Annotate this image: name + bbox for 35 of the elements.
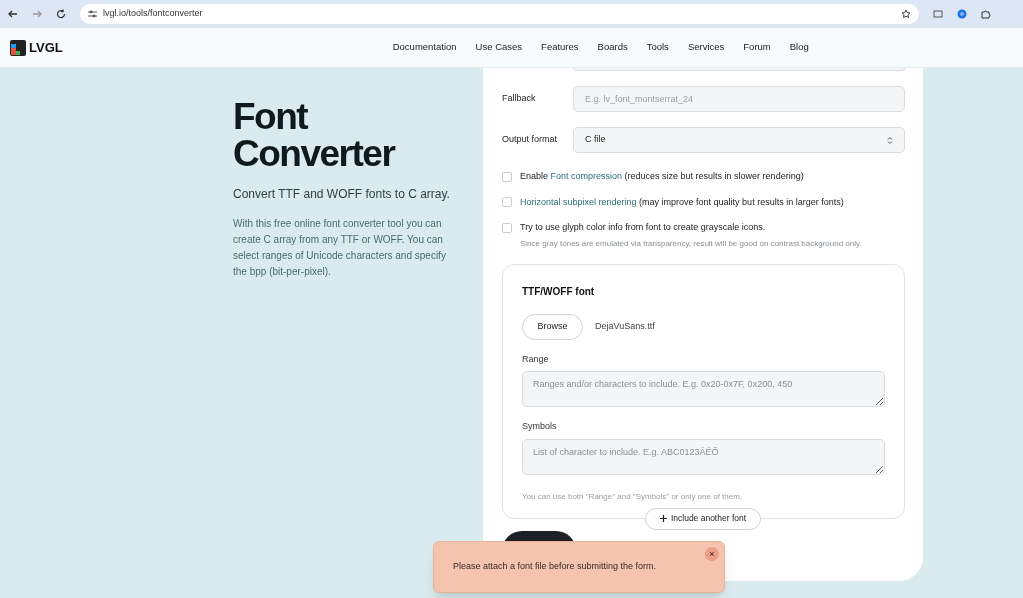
- output-format-select[interactable]: C file: [573, 127, 905, 153]
- option-label: Try to use glyph color info from font to create grayscale icons.: [520, 221, 766, 234]
- close-button[interactable]: ×: [705, 547, 719, 561]
- include-font-button[interactable]: Include another font: [645, 507, 761, 530]
- file-name: DejaVuSans.ttf: [595, 319, 655, 333]
- url-text: lvgl.io/tools/fontconverter: [103, 7, 204, 21]
- page-description: With this free online font converter tool you can create C array from any TTF or WOFF. You can select ranges of Unicode characters and specify the bpp (bit-per-pixel).: [233, 217, 447, 279]
- option-link[interactable]: Horizontal subpixel rendering: [520, 196, 637, 207]
- nav-link[interactable]: Blog: [789, 40, 809, 55]
- field-label: Symbols: [522, 420, 558, 433]
- browse-button[interactable]: Browse: [522, 313, 583, 340]
- toast-message: Please attach a font file before submitting the form.: [453, 560, 657, 574]
- nav-link[interactable]: Features: [541, 40, 579, 55]
- text-area[interactable]: Ranges and/or characters to include. E.g. 0x20-0x7F, 0x200, 450: [522, 371, 885, 407]
- address-bar[interactable]: lvgl.io/tools/fontconverter: [80, 4, 919, 24]
- text-area[interactable]: List of character to include. E.g. ABC0123ÁÉŐ: [522, 438, 885, 475]
- option-label: Enable Font compression (reduces size but results in slower rendering): [520, 170, 804, 183]
- page-subtitle: Convert TTF and WOFF fonts to C array.: [233, 186, 451, 203]
- field-label: Range: [522, 352, 550, 366]
- nav-link[interactable]: Boards: [597, 40, 628, 55]
- nav-link[interactable]: Forum: [743, 40, 771, 55]
- option-link[interactable]: Font compression: [550, 171, 623, 181]
- field-label: Fallback: [502, 92, 537, 106]
- option-label: Horizontal subpixel rendering (may improve font quality but results in larger fonts): [520, 195, 844, 209]
- logo-text[interactable]: LVGL: [29, 37, 63, 58]
- nav-link[interactable]: Services: [687, 40, 725, 55]
- nav-link[interactable]: Documentation: [392, 40, 457, 55]
- input-field[interactable]: E.g. lv_font_montserrat_24: [573, 86, 905, 112]
- field-label: Output format: [502, 133, 559, 147]
- font-card-title: TTF/WOFF font: [522, 284, 596, 299]
- option-hint: Since gray tones are emulated via transparency, result will be good on contrast background only.: [520, 237, 863, 250]
- nav-link[interactable]: Use Cases: [475, 40, 523, 55]
- font-card-note: You can use both "Range" and "Symbols" or only one of them.: [522, 490, 744, 503]
- nav-link[interactable]: Tools: [646, 40, 669, 55]
- page-title: Font Converter: [233, 98, 396, 172]
